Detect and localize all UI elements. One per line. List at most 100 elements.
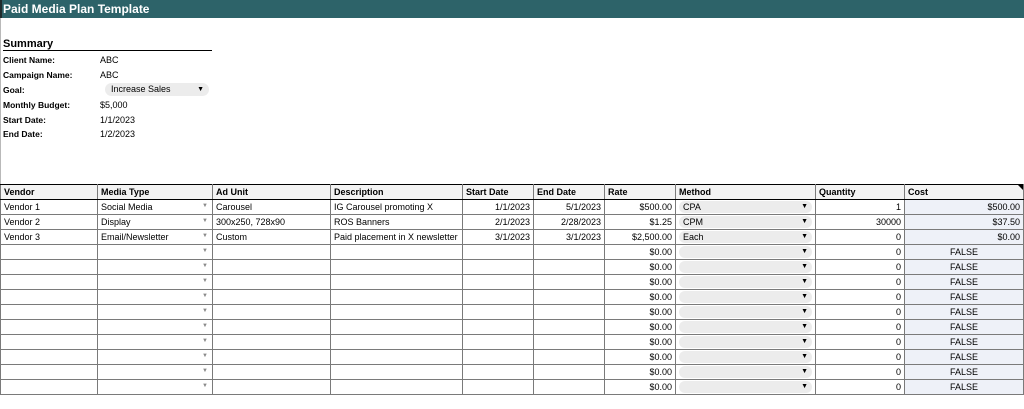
cell-quantity[interactable]: 0 [815,349,905,365]
cell-vendor[interactable]: Vendor 2 [0,214,98,230]
cell-end-date[interactable] [533,304,605,320]
cell-quantity[interactable]: 0 [815,259,905,275]
cell-media-type[interactable]: ▼ [97,274,213,290]
cell-method[interactable]: ▼ [675,349,816,365]
cell-vendor[interactable] [0,244,98,260]
caret-down-icon[interactable]: ▼ [202,233,208,239]
cell-cost[interactable]: FALSE [904,379,1024,395]
cell-start-date[interactable] [462,244,534,260]
cell-method[interactable]: ▼ [675,259,816,275]
cell-ad-unit[interactable]: 300x250, 728x90 [212,214,331,230]
method-dropdown[interactable]: ▼ [679,306,812,318]
caret-down-icon[interactable]: ▼ [202,368,208,374]
method-dropdown[interactable]: ▼ [679,351,812,363]
cell-method[interactable]: Each ▼ [675,229,816,245]
cell-cost[interactable]: $37.50 [904,214,1024,230]
cell-vendor[interactable] [0,379,98,395]
caret-down-icon[interactable]: ▼ [202,203,208,209]
cell-quantity[interactable]: 0 [815,244,905,260]
cell-quantity[interactable]: 0 [815,304,905,320]
cell-ad-unit[interactable] [212,319,331,335]
cell-start-date[interactable] [462,274,534,290]
cell-cost[interactable]: FALSE [904,289,1024,305]
cell-method[interactable]: ▼ [675,244,816,260]
cell-cost[interactable]: FALSE [904,304,1024,320]
method-dropdown[interactable]: ▼ [679,276,812,288]
header-rate[interactable]: Rate [604,184,676,200]
cell-ad-unit[interactable] [212,274,331,290]
cell-vendor[interactable]: Vendor 3 [0,229,98,245]
cell-description[interactable]: ROS Banners [330,214,463,230]
cell-start-date[interactable] [462,379,534,395]
cell-quantity[interactable]: 0 [815,379,905,395]
cell-method[interactable]: ▼ [675,334,816,350]
cell-method[interactable]: ▼ [675,379,816,395]
cell-end-date[interactable] [533,349,605,365]
header-ad-unit[interactable]: Ad Unit [212,184,331,200]
cell-cost[interactable]: FALSE [904,364,1024,380]
cell-cost[interactable]: FALSE [904,274,1024,290]
header-description[interactable]: Description [330,184,463,200]
cell-vendor[interactable] [0,319,98,335]
summary-value[interactable]: ABC [100,70,119,80]
cell-ad-unit[interactable]: Carousel [212,199,331,215]
cell-start-date[interactable]: 1/1/2023 [462,199,534,215]
cell-media-type[interactable]: ▼ [97,334,213,350]
cell-description[interactable] [330,304,463,320]
cell-description[interactable] [330,364,463,380]
method-dropdown[interactable]: CPM ▼ [679,216,812,228]
cell-start-date[interactable]: 3/1/2023 [462,229,534,245]
cell-vendor[interactable] [0,364,98,380]
cell-media-type[interactable]: ▼ [97,244,213,260]
cell-end-date[interactable]: 5/1/2023 [533,199,605,215]
caret-down-icon[interactable]: ▼ [202,218,208,224]
cell-rate[interactable]: $0.00 [604,334,676,350]
cell-rate[interactable]: $500.00 [604,199,676,215]
cell-start-date[interactable] [462,259,534,275]
cell-ad-unit[interactable]: Custom [212,229,331,245]
cell-ad-unit[interactable] [212,379,331,395]
summary-value[interactable]: 1/2/2023 [100,129,135,139]
cell-ad-unit[interactable] [212,289,331,305]
header-media-type[interactable]: Media Type [97,184,213,200]
cell-end-date[interactable]: 3/1/2023 [533,229,605,245]
caret-down-icon[interactable]: ▼ [202,248,208,254]
cell-end-date[interactable] [533,364,605,380]
cell-end-date[interactable] [533,289,605,305]
cell-description[interactable] [330,244,463,260]
header-method[interactable]: Method [675,184,816,200]
cell-vendor[interactable] [0,289,98,305]
caret-down-icon[interactable]: ▼ [202,308,208,314]
cell-media-type[interactable]: Display ▼ [97,214,213,230]
cell-end-date[interactable] [533,259,605,275]
cell-rate[interactable]: $0.00 [604,304,676,320]
method-dropdown[interactable]: ▼ [679,246,812,258]
cell-start-date[interactable] [462,304,534,320]
cell-description[interactable]: Paid placement in X newsletter [330,229,463,245]
cell-cost[interactable]: $0.00 [904,229,1024,245]
method-dropdown[interactable]: CPA ▼ [679,201,812,213]
cell-description[interactable]: IG Carousel promoting X [330,199,463,215]
cell-media-type[interactable]: ▼ [97,319,213,335]
cell-method[interactable]: ▼ [675,304,816,320]
header-vendor[interactable]: Vendor [0,184,98,200]
cell-end-date[interactable] [533,319,605,335]
cell-end-date[interactable] [533,274,605,290]
cell-ad-unit[interactable] [212,304,331,320]
cell-cost[interactable]: FALSE [904,334,1024,350]
method-dropdown[interactable]: Each ▼ [679,231,812,243]
cell-media-type[interactable]: ▼ [97,379,213,395]
cell-start-date[interactable] [462,349,534,365]
goal-dropdown[interactable]: Increase Sales ▼ [105,83,209,96]
cell-end-date[interactable] [533,379,605,395]
cell-quantity[interactable]: 0 [815,229,905,245]
method-dropdown[interactable]: ▼ [679,366,812,378]
cell-end-date[interactable] [533,244,605,260]
cell-rate[interactable]: $0.00 [604,364,676,380]
caret-down-icon[interactable]: ▼ [202,263,208,269]
caret-down-icon[interactable]: ▼ [202,383,208,389]
cell-ad-unit[interactable] [212,244,331,260]
method-dropdown[interactable]: ▼ [679,381,812,393]
cell-cost[interactable]: $500.00 [904,199,1024,215]
cell-rate[interactable]: $0.00 [604,349,676,365]
